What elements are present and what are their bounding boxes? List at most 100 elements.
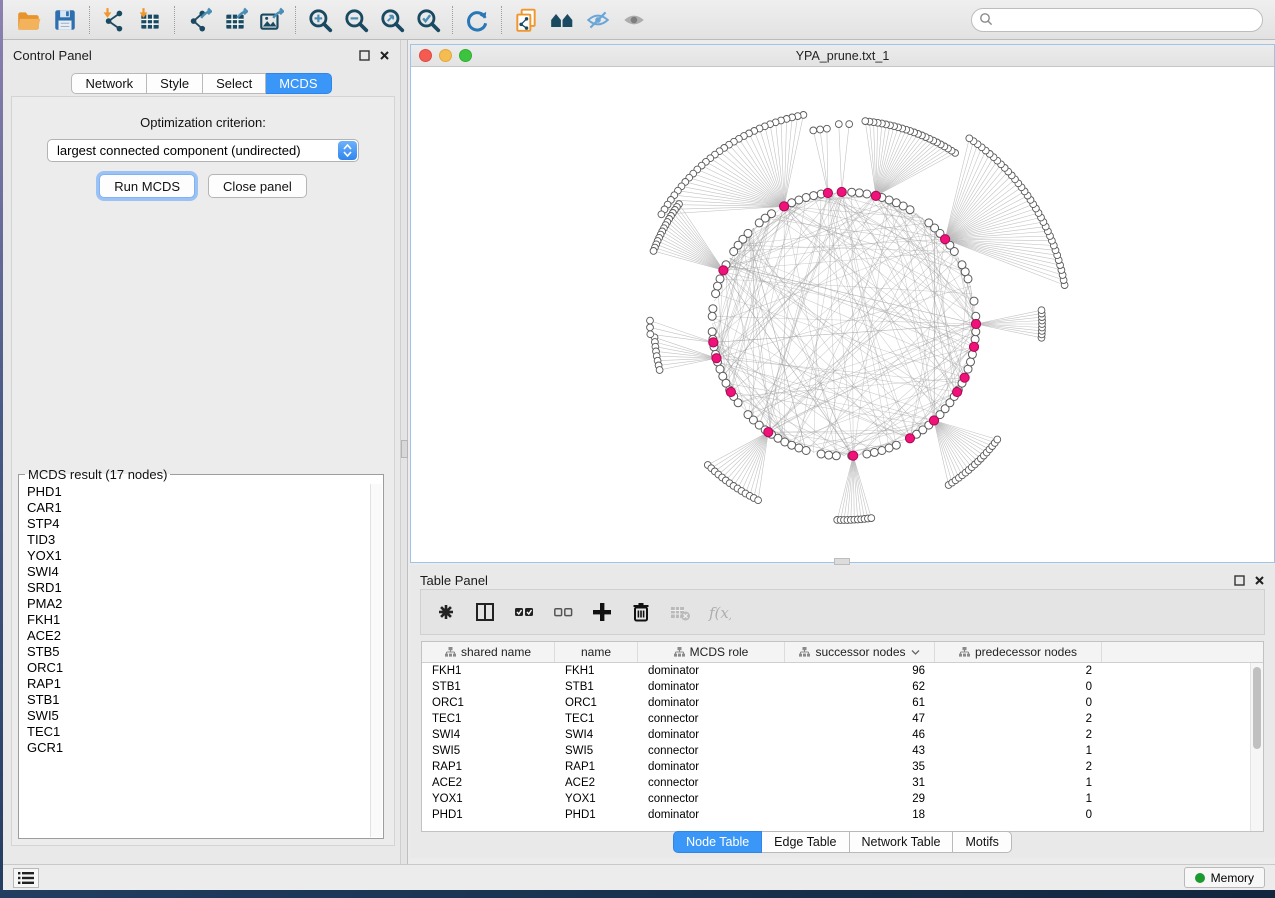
- cell-shared-name: YOX1: [422, 793, 555, 805]
- table-row[interactable]: ACE2ACE2connector311: [422, 775, 1250, 791]
- mcds-node[interactable]: [712, 354, 721, 363]
- table-row[interactable]: SWI5SWI5connector431: [422, 743, 1250, 759]
- run-mcds-button[interactable]: Run MCDS: [99, 174, 195, 198]
- mcds-result-node[interactable]: STP4: [20, 516, 370, 532]
- tab-network-table[interactable]: Network Table: [850, 831, 954, 853]
- open-file-button[interactable]: [11, 4, 47, 36]
- mcds-result-node[interactable]: YOX1: [20, 548, 370, 564]
- mcds-result-node[interactable]: GCR1: [20, 740, 370, 756]
- first-neighbors-button[interactable]: [544, 4, 580, 36]
- vertical-splitter[interactable]: [400, 40, 408, 864]
- memory-button[interactable]: Memory: [1184, 867, 1265, 888]
- mcds-result-node[interactable]: TEC1: [20, 724, 370, 740]
- table-row[interactable]: STB1STB1dominator620: [422, 679, 1250, 695]
- table-row[interactable]: TEC1TEC1connector472: [422, 711, 1250, 727]
- mcds-result-node[interactable]: RAP1: [20, 676, 370, 692]
- duplicate-network-button[interactable]: [508, 4, 544, 36]
- select-all-button[interactable]: [509, 597, 539, 627]
- tab-node-table[interactable]: Node Table: [673, 831, 762, 853]
- tab-motifs[interactable]: Motifs: [953, 831, 1011, 853]
- mcds-result-list[interactable]: PHD1CAR1STP4TID3YOX1SWI4SRD1PMA2FKH1ACE2…: [20, 484, 370, 837]
- zoom-in-button[interactable]: [302, 4, 338, 36]
- close-panel-button[interactable]: Close panel: [208, 174, 307, 198]
- mcds-result-node[interactable]: CAR1: [20, 500, 370, 516]
- mcds-node[interactable]: [709, 338, 718, 347]
- mcds-node[interactable]: [719, 266, 728, 275]
- refresh-view-button[interactable]: [459, 4, 495, 36]
- table-row[interactable]: SWI4SWI4dominator462: [422, 727, 1250, 743]
- zoom-out-button[interactable]: [338, 4, 374, 36]
- column-header-predecessor-nodes[interactable]: predecessor nodes: [935, 642, 1102, 662]
- mcds-result-node[interactable]: SWI4: [20, 564, 370, 580]
- mcds-node[interactable]: [929, 416, 938, 425]
- mcds-node[interactable]: [905, 434, 914, 443]
- mcds-result-node[interactable]: STB5: [20, 644, 370, 660]
- column-header-shared-name[interactable]: shared name: [422, 642, 555, 662]
- optimization-criterion-select[interactable]: largest connected component (undirected): [47, 139, 359, 162]
- save-session-button[interactable]: [47, 4, 83, 36]
- show-all-button[interactable]: [616, 4, 652, 36]
- zoom-fit-button[interactable]: [374, 4, 410, 36]
- mcds-result-node[interactable]: ORC1: [20, 660, 370, 676]
- tab-edge-table[interactable]: Edge Table: [762, 831, 849, 853]
- float-panel-icon[interactable]: [359, 50, 370, 61]
- tab-network[interactable]: Network: [71, 73, 147, 94]
- tab-style[interactable]: Style: [147, 73, 203, 94]
- mcds-node[interactable]: [849, 451, 858, 460]
- float-table-panel-icon[interactable]: [1234, 575, 1245, 586]
- table-row[interactable]: FKH1FKH1dominator962: [422, 663, 1250, 679]
- table-row[interactable]: ORC1ORC1dominator610: [422, 695, 1250, 711]
- mcds-node[interactable]: [969, 342, 978, 351]
- close-panel-icon[interactable]: [379, 50, 390, 61]
- horizontal-splitter-grip[interactable]: [834, 558, 850, 565]
- settings-button[interactable]: [431, 597, 461, 627]
- table-scrollbar[interactable]: [1250, 663, 1263, 831]
- cell-name: RAP1: [555, 761, 638, 773]
- columns-button[interactable]: [470, 597, 500, 627]
- import-network-button[interactable]: [96, 4, 132, 36]
- column-header-name[interactable]: name: [555, 642, 638, 662]
- mcds-result-node[interactable]: PHD1: [20, 484, 370, 500]
- delete-row-button[interactable]: [626, 597, 656, 627]
- table-row[interactable]: PHD1PHD1dominator180: [422, 807, 1250, 823]
- column-header-MCDS-role[interactable]: MCDS role: [638, 642, 785, 662]
- import-table-button[interactable]: [132, 4, 168, 36]
- hide-selected-button[interactable]: [580, 4, 616, 36]
- mcds-node[interactable]: [971, 319, 980, 328]
- mcds-result-node[interactable]: SWI5: [20, 708, 370, 724]
- mcds-result-node[interactable]: STB1: [20, 692, 370, 708]
- table-row[interactable]: RAP1RAP1dominator352: [422, 759, 1250, 775]
- mcds-node[interactable]: [871, 191, 880, 200]
- mcds-node[interactable]: [953, 387, 962, 396]
- splitter-grip[interactable]: [401, 440, 408, 458]
- mcds-node[interactable]: [837, 187, 846, 196]
- mcds-result-node[interactable]: TID3: [20, 532, 370, 548]
- search-input[interactable]: [971, 8, 1263, 32]
- mcds-node[interactable]: [960, 373, 969, 382]
- mcds-result-scrollbar[interactable]: [370, 484, 382, 837]
- mcds-result-node[interactable]: FKH1: [20, 612, 370, 628]
- mcds-node[interactable]: [941, 235, 950, 244]
- mcds-result-node[interactable]: SRD1: [20, 580, 370, 596]
- mcds-node[interactable]: [823, 188, 832, 197]
- mcds-node[interactable]: [764, 428, 773, 437]
- tab-select[interactable]: Select: [203, 73, 266, 94]
- network-nodes[interactable]: [647, 112, 1068, 524]
- export-table-button[interactable]: [217, 4, 253, 36]
- close-table-panel-icon[interactable]: [1254, 575, 1265, 586]
- table-row[interactable]: YOX1YOX1connector291: [422, 791, 1250, 807]
- deselect-all-button[interactable]: [548, 597, 578, 627]
- column-header-successor-nodes[interactable]: successor nodes: [785, 642, 935, 662]
- zoom-selected-button[interactable]: [410, 4, 446, 36]
- mcds-result-node[interactable]: ACE2: [20, 628, 370, 644]
- network-canvas[interactable]: [411, 67, 1274, 562]
- table-scrollbar-thumb[interactable]: [1253, 667, 1261, 749]
- add-row-button[interactable]: [587, 597, 617, 627]
- export-network-button[interactable]: [181, 4, 217, 36]
- mcds-node[interactable]: [726, 387, 735, 396]
- mcds-node[interactable]: [780, 202, 789, 211]
- task-history-button[interactable]: [13, 868, 39, 888]
- tab-mcds[interactable]: MCDS: [266, 73, 331, 94]
- mcds-result-node[interactable]: PMA2: [20, 596, 370, 612]
- export-image-button[interactable]: [253, 4, 289, 36]
